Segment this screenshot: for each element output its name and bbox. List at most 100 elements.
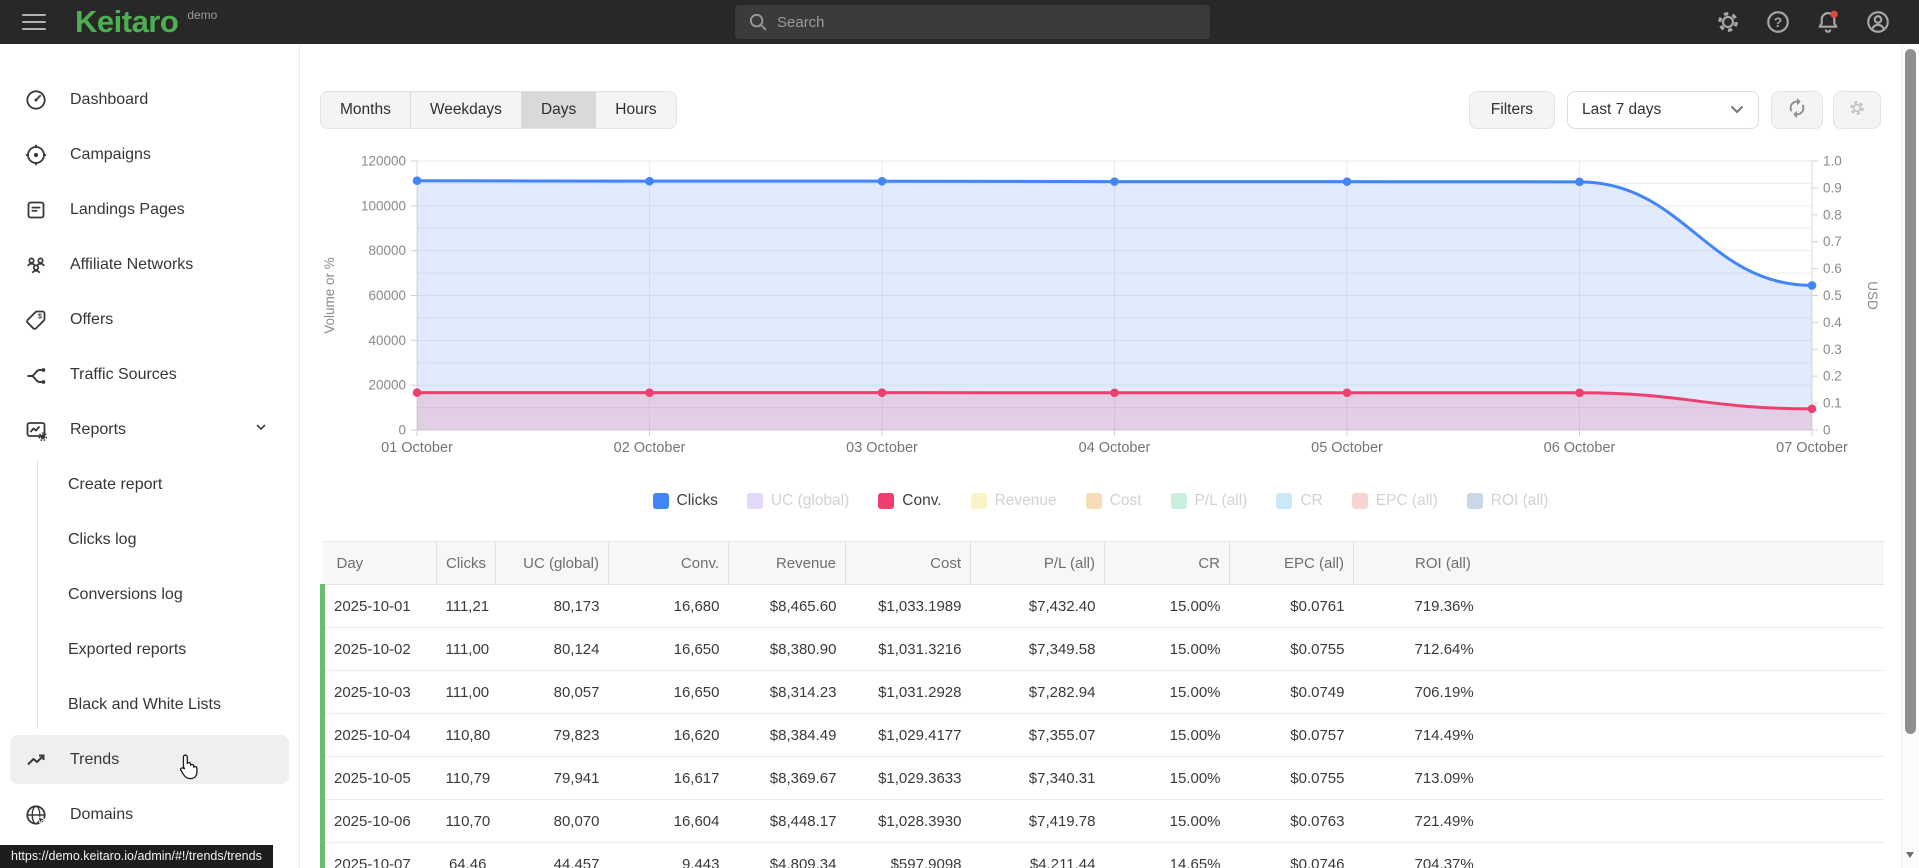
cell-day: 2025-10-05 (320, 756, 437, 800)
svg-text:USD: USD (1865, 281, 1880, 310)
filters-button[interactable]: Filters (1468, 91, 1555, 129)
sidebar-item-exported-reports[interactable]: Exported reports (38, 625, 299, 674)
column-header-day[interactable]: Day (322, 541, 437, 585)
table-row[interactable]: 2025-10-06 110,70 80,070 16,604 $8,448.17 $1,… (320, 799, 1884, 843)
sidebar-item-campaigns[interactable]: Campaigns (10, 130, 289, 179)
svg-text:0.4: 0.4 (1823, 315, 1842, 330)
legend-label: Clicks (676, 492, 718, 509)
column-header-roi-all[interactable]: ROI (all) (1353, 541, 1884, 585)
sidebar-item-dashboard[interactable]: Dashboard (10, 75, 289, 124)
tab-days[interactable]: Days (521, 92, 597, 128)
column-header-conv[interactable]: Conv. (608, 541, 729, 585)
cell-pl-all: $7,432.40 (970, 584, 1105, 628)
column-header-cr[interactable]: CR (1104, 541, 1230, 585)
scroll-down-arrow-icon[interactable] (1906, 852, 1914, 862)
search-input[interactable] (735, 5, 1210, 39)
tab-months[interactable]: Months (321, 92, 411, 128)
table-row[interactable]: 2025-10-07 64,46 44,457 9,443 $4,809.34 $597.… (320, 842, 1884, 868)
tab-hours[interactable]: Hours (596, 92, 675, 128)
sidebar-item-offers[interactable]: $ Offers (10, 295, 289, 344)
sidebar-item-conversions-log[interactable]: Conversions log (38, 570, 299, 619)
column-header-uc-global[interactable]: UC (global) (495, 541, 609, 585)
column-header-epc-all[interactable]: EPC (all) (1229, 541, 1354, 585)
cell-cr: 15.00% (1104, 799, 1230, 843)
column-header-cost[interactable]: Cost (845, 541, 971, 585)
legend-item-uc-global[interactable]: UC (global) (746, 492, 849, 510)
sidebar-item-domains[interactable]: Domains (10, 790, 289, 839)
sidebar-item-reports[interactable]: Reports (10, 405, 289, 454)
cell-clicks: 111,00 (436, 670, 496, 714)
global-search (735, 5, 1210, 39)
hamburger-menu-icon[interactable] (22, 9, 48, 35)
legend-label: Revenue (994, 492, 1057, 509)
svg-text:0.9: 0.9 (1823, 180, 1842, 195)
cell-uc-global: 79,941 (495, 756, 609, 800)
sidebar-item-affiliate-networks[interactable]: Affiliate Networks (10, 240, 289, 289)
legend-label: Cost (1109, 492, 1142, 509)
cell-uc-global: 80,057 (495, 670, 609, 714)
trends-icon (24, 748, 48, 772)
cell-roi-all: 704.37% (1353, 842, 1884, 868)
date-range-select[interactable]: Last 7 days (1567, 91, 1759, 129)
table-row[interactable]: 2025-10-03 111,00 80,057 16,650 $8,314.23 $1,… (320, 670, 1884, 714)
legend-item-cr[interactable]: CR (1276, 492, 1323, 510)
sidebar-item-black-white-lists[interactable]: Black and White Lists (38, 680, 299, 729)
cell-cost: $1,029.4177 (845, 713, 971, 757)
cell-revenue: $8,380.90 (728, 627, 846, 671)
sidebar-item-create-report[interactable]: Create report (38, 460, 299, 509)
trends-chart: 0 20000 40000 60000 80000 100000 120000 0 0.1 0.2… (322, 154, 1880, 457)
legend-label: ROI (all) (1490, 492, 1549, 509)
chart-settings-button[interactable] (1833, 91, 1881, 129)
svg-text:05 October: 05 October (1311, 440, 1383, 456)
cell-day: 2025-10-06 (320, 799, 437, 843)
legend-item-epc-all[interactable]: EPC (all) (1351, 492, 1438, 510)
cell-cr: 15.00% (1104, 627, 1230, 671)
legend-item-cost[interactable]: Cost (1085, 492, 1142, 510)
legend-swatch (1466, 493, 1483, 509)
dashboard-icon (24, 88, 48, 112)
chevron-down-icon (253, 419, 269, 440)
cell-uc-global: 80,124 (495, 627, 609, 671)
table-row[interactable]: 2025-10-04 110,80 79,823 16,620 $8,384.49 $1,… (320, 713, 1884, 757)
table-row[interactable]: 2025-10-05 110,79 79,941 16,617 $8,369.67 $1,… (320, 756, 1884, 800)
column-header-clicks[interactable]: Clicks (436, 541, 496, 585)
settings-icon[interactable] (1715, 9, 1741, 35)
sidebar-item-clicks-log[interactable]: Clicks log (38, 515, 299, 564)
table-row[interactable]: 2025-10-02 111,00 80,124 16,650 $8,380.90 $1,… (320, 627, 1884, 671)
cell-day: 2025-10-07 (320, 842, 437, 868)
legend-item-conv[interactable]: Conv. (878, 492, 942, 510)
scrollbar-thumb[interactable] (1905, 49, 1916, 734)
cell-clicks: 111,00 (436, 627, 496, 671)
cell-clicks: 111,21 (436, 584, 496, 628)
notifications-bell-icon[interactable] (1815, 9, 1841, 35)
cell-conv: 16,680 (608, 584, 729, 628)
account-icon[interactable] (1865, 9, 1891, 35)
legend-item-p-l-all[interactable]: P/L (all) (1170, 492, 1247, 510)
svg-text:80000: 80000 (368, 243, 406, 258)
scrollbar-track[interactable] (1901, 44, 1919, 868)
legend-item-clicks[interactable]: Clicks (652, 492, 718, 510)
svg-text:0.2: 0.2 (1823, 369, 1842, 384)
domains-globe-icon (24, 803, 48, 827)
column-header-pl-all[interactable]: P/L (all) (970, 541, 1105, 585)
table-row[interactable]: 2025-10-01 111,21 80,173 16,680 $8,465.60 $1,… (320, 584, 1884, 628)
cell-epc-all: $0.0755 (1229, 627, 1354, 671)
sidebar-item-landing-pages[interactable]: Landings Pages (10, 185, 289, 234)
cell-conv: 16,604 (608, 799, 729, 843)
cell-roi-all: 706.19% (1353, 670, 1884, 714)
legend-item-revenue[interactable]: Revenue (970, 492, 1057, 510)
tab-weekdays[interactable]: Weekdays (411, 92, 522, 128)
column-header-revenue[interactable]: Revenue (728, 541, 846, 585)
legend-item-roi-all[interactable]: ROI (all) (1466, 492, 1549, 510)
status-url-bar: https://demo.keitaro.io/admin/#!/trends/… (0, 845, 273, 868)
cell-cost: $1,031.2928 (845, 670, 971, 714)
cell-conv: 16,650 (608, 627, 729, 671)
cell-epc-all: $0.0763 (1229, 799, 1354, 843)
sidebar-item-traffic-sources[interactable]: Traffic Sources (10, 350, 289, 399)
refresh-button[interactable] (1771, 91, 1823, 129)
svg-text:0.3: 0.3 (1823, 342, 1842, 357)
help-icon[interactable]: ? (1765, 9, 1791, 35)
offers-tag-icon: $ (24, 308, 48, 332)
legend-swatch (1276, 493, 1293, 509)
sidebar-item-trends[interactable]: Trends (10, 735, 289, 784)
